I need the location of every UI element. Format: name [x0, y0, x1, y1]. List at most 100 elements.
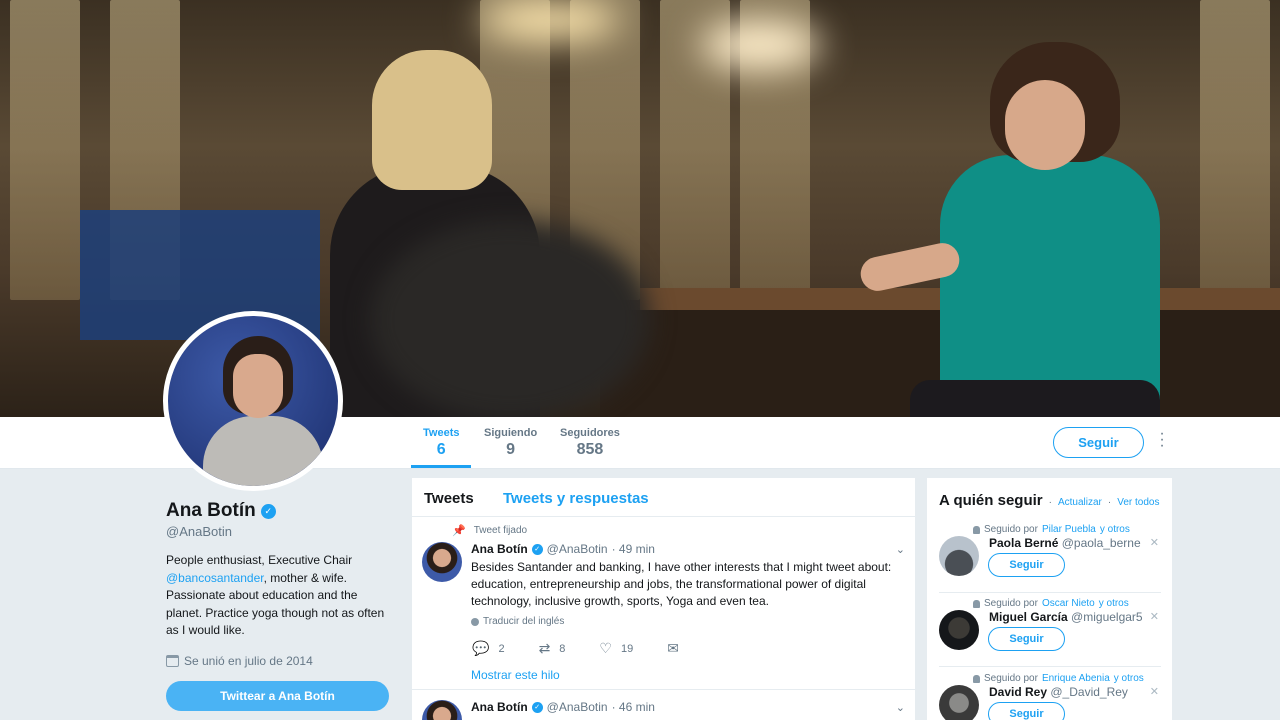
tab-tweets[interactable]: Tweets [424, 490, 474, 507]
banner-foreground-blur [370, 220, 650, 417]
banner-decoration [1200, 0, 1270, 300]
view-all-link[interactable]: Ver todos [1117, 497, 1159, 508]
suggestion-item: Seguido por Pilar Puebla y otros Paola B… [939, 524, 1161, 598]
followed-by: Seguido por Enrique Abenia y otros [973, 673, 1144, 684]
followed-by-user[interactable]: Oscar Nieto [1042, 598, 1095, 609]
pinned-text: Tweet fijado [473, 525, 528, 536]
nav-tweets-label: Tweets [423, 427, 460, 439]
like-button[interactable]: ♡ 19 [599, 640, 633, 657]
banner-person-right [940, 155, 1160, 415]
followed-by-user[interactable]: Enrique Abenia [1042, 673, 1110, 684]
timeline-tabs: Tweets Tweets y respuestas [412, 478, 915, 517]
envelope-icon: ✉ [667, 640, 679, 656]
nav-tweets-count: 6 [436, 441, 446, 458]
divider [939, 666, 1161, 667]
suggestion-item: Seguido por Enrique Abenia y otros David… [939, 673, 1161, 720]
bio-text: People enthusiast, Executive Chair [166, 553, 353, 567]
joined-date: Se unió en julio de 2014 [166, 654, 390, 668]
tweet-avatar[interactable] [422, 542, 462, 582]
and-others[interactable]: y otros [1099, 598, 1129, 609]
verified-icon: ✓ [260, 503, 276, 519]
follow-button[interactable]: Seguir [988, 702, 1065, 720]
nav-following-count: 9 [506, 441, 516, 458]
tab-tweets-and-replies[interactable]: Tweets y respuestas [503, 490, 649, 507]
and-others[interactable]: y otros [1114, 673, 1144, 684]
profile-name[interactable]: Ana Botín [166, 500, 256, 522]
nav-followers-count: 858 [576, 441, 604, 458]
bio-mention-link[interactable]: @bancosantander [166, 571, 264, 585]
who-to-follow: A quién seguir · Actualizar · Ver todos … [927, 478, 1172, 720]
followed-by-user[interactable]: Pilar Puebla [1042, 524, 1096, 535]
nav-following-label: Siguiendo [484, 427, 538, 439]
heart-icon: ♡ [599, 640, 612, 656]
follow-button[interactable]: Seguir [1053, 427, 1144, 458]
globe-icon [471, 617, 479, 626]
suggestion-name[interactable]: David Rey @_David_Rey [989, 685, 1128, 699]
followed-by-label: Seguido por [984, 673, 1038, 684]
tweet-item[interactable]: Ana Botín ✓ @AnaBotin · 46 min ⌄ [412, 690, 915, 720]
reply-icon: 💬 [472, 640, 490, 656]
pin-icon: 📌 [452, 525, 466, 537]
avatar[interactable] [163, 311, 343, 491]
message-button[interactable]: ✉ [667, 640, 679, 657]
tweet-to-button[interactable]: Twittear a Ana Botín [166, 680, 389, 711]
suggestion-display-name: Miguel García [989, 610, 1068, 624]
translate-text: Traducir del inglés [483, 616, 565, 627]
pinned-label: 📌 Tweet fijado [452, 524, 527, 537]
banner-light [480, 0, 620, 40]
suggestion-item: Seguido por Oscar Nieto y otros Miguel G… [939, 598, 1161, 672]
retweet-count: 8 [559, 642, 566, 655]
nav-followers[interactable]: Seguidores 858 [560, 427, 620, 459]
calendar-icon [166, 654, 179, 667]
suggestion-avatar[interactable] [939, 685, 979, 720]
nav-following[interactable]: Siguiendo 9 [484, 427, 537, 459]
suggestion-avatar[interactable] [939, 610, 979, 650]
divider [939, 592, 1161, 593]
retweet-button[interactable]: ⇄ 8 [539, 640, 566, 657]
tweet-time[interactable]: · 46 min [612, 700, 655, 714]
followed-by: Seguido por Oscar Nieto y otros [973, 598, 1129, 609]
banner-person-left-hair [372, 50, 492, 190]
who-to-follow-header: A quién seguir · Actualizar · Ver todos [939, 492, 1159, 509]
joined-text: Se unió en julio de 2014 [184, 653, 313, 668]
follow-button[interactable]: Seguir [988, 627, 1065, 651]
show-thread-link[interactable]: Mostrar este hilo [471, 668, 560, 682]
profile-card: Ana Botín ✓ @AnaBotin People enthusiast,… [166, 500, 390, 711]
verified-icon: ✓ [531, 543, 543, 555]
close-icon[interactable]: ✕ [1150, 610, 1159, 623]
reply-count: 2 [498, 642, 505, 655]
tweet-handle[interactable]: @AnaBotin [547, 542, 608, 556]
tweet-author[interactable]: Ana Botín [471, 542, 528, 556]
chevron-down-icon[interactable]: ⌄ [896, 701, 905, 714]
tweet-author[interactable]: Ana Botín [471, 700, 528, 714]
and-others[interactable]: y otros [1100, 524, 1130, 535]
user-icon [973, 525, 980, 534]
suggestion-name[interactable]: Miguel García @miguelgar5 [989, 610, 1143, 624]
reply-button[interactable]: 💬 2 [472, 640, 505, 657]
banner-person-right-face [1005, 80, 1085, 170]
tweet-handle[interactable]: @AnaBotin [547, 700, 608, 714]
like-count: 19 [620, 642, 634, 655]
refresh-link[interactable]: Actualizar [1058, 497, 1102, 508]
tweet-avatar[interactable] [422, 700, 462, 720]
close-icon[interactable]: ✕ [1150, 536, 1159, 549]
verified-icon: ✓ [531, 701, 543, 713]
timeline: Tweets Tweets y respuestas 📌 Tweet fijad… [412, 478, 915, 720]
suggestion-avatar[interactable] [939, 536, 979, 576]
avatar-shirt [203, 416, 323, 486]
more-options-icon[interactable]: · · · [1156, 426, 1168, 454]
follow-button[interactable]: Seguir [988, 553, 1065, 577]
avatar-face [233, 354, 283, 418]
profile-handle[interactable]: @AnaBotin [166, 524, 390, 539]
user-icon [973, 599, 980, 608]
suggestion-name[interactable]: Paola Berné @paola_berne [989, 536, 1141, 550]
tweet-time[interactable]: · 49 min [612, 542, 655, 556]
close-icon[interactable]: ✕ [1150, 685, 1159, 698]
tweet-item[interactable]: 📌 Tweet fijado Ana Botín ✓ @AnaBotin · 4… [412, 517, 915, 690]
banner-light [700, 20, 820, 70]
followed-by-label: Seguido por [984, 598, 1038, 609]
nav-tweets[interactable]: Tweets 6 [410, 427, 473, 468]
who-to-follow-title: A quién seguir [939, 492, 1043, 509]
translate-link[interactable]: Traducir del inglés [471, 616, 564, 627]
chevron-down-icon[interactable]: ⌄ [896, 543, 905, 556]
